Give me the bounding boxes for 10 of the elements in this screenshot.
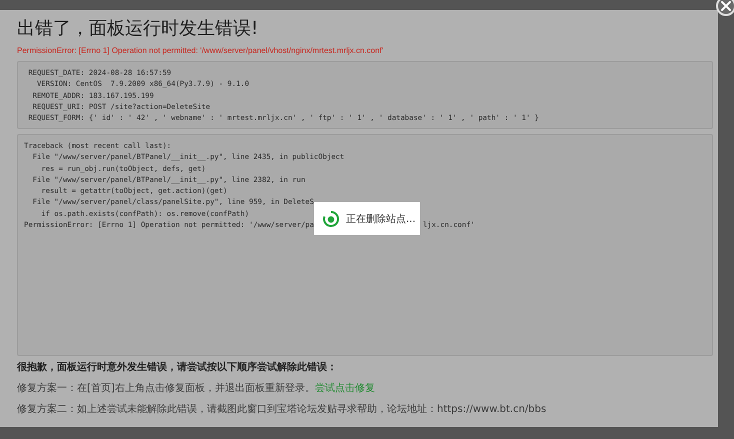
repair-link[interactable]: 尝试点击修复 <box>314 383 375 394</box>
dialog-title: 出错了，面板运行时发生错误! <box>17 17 260 41</box>
close-icon <box>720 0 732 12</box>
error-message: PermissionError: [Errno 1] Operation not permitted: '/www/server/panel/vhost/nginx/mrtest.mrljx.cn.conf' <box>17 46 384 55</box>
loading-spinner-icon <box>322 210 340 228</box>
loading-text: 正在删除站点... <box>346 212 416 226</box>
help-intro: 很抱歉，面板运行时意外发生错误，请尝试按以下顺序尝试解除此错误： <box>17 362 338 374</box>
fix-two-text: 修复方案二：如上述尝试未能解除此错误，请截图此窗口到宝塔论坛发贴寻求帮助，论坛地址：https://www.bt.cn/bbs <box>17 404 548 416</box>
fix-one-text: 修复方案一：在[首页]右上角点击修复面板，并退出面板重新登录。尝试点击修复 <box>17 383 376 395</box>
close-button[interactable] <box>716 0 734 16</box>
